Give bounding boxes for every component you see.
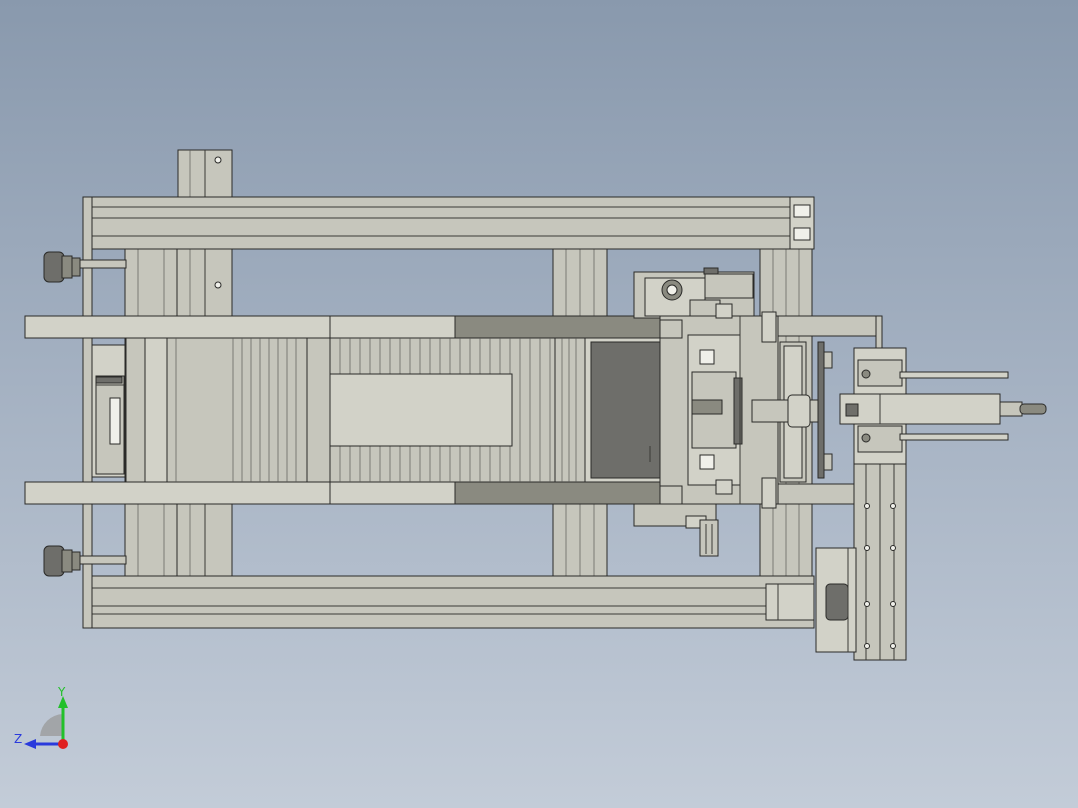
top-horizontal-extrusion	[82, 196, 815, 250]
x-axis-dot	[58, 739, 68, 749]
carriage-top-rail	[24, 315, 661, 339]
assembly-model[interactable]	[0, 0, 1078, 808]
carriage-bottom-rail	[24, 481, 661, 505]
conveyor-section	[329, 337, 586, 483]
z-axis-head	[24, 739, 36, 749]
pneumatic-cylinder[interactable]	[839, 347, 1047, 465]
lower-bracket	[633, 503, 719, 557]
triad-arc	[40, 714, 63, 736]
y-axis-label: Y	[57, 685, 66, 699]
z-axis-label: Z	[14, 732, 22, 746]
carriage-center-plate	[125, 337, 331, 483]
bottom-horizontal-extrusion	[82, 575, 815, 629]
axis-triad[interactable]: Y Z	[10, 684, 80, 754]
left-motor-block	[91, 344, 126, 478]
dark-tray	[584, 337, 664, 483]
cad-viewport[interactable]: Y Z	[0, 0, 1078, 808]
upper-bracket	[633, 267, 755, 319]
